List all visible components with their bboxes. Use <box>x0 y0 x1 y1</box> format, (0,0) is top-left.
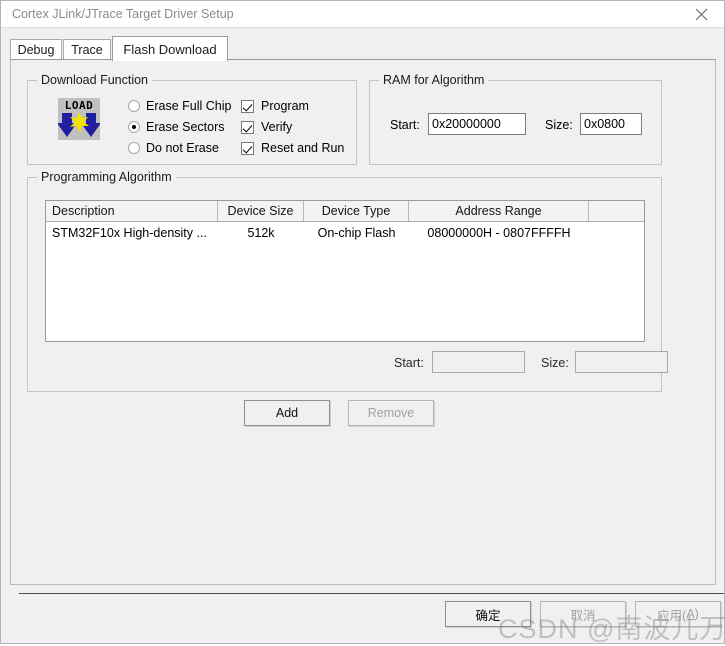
algorithm-size-label: Size: <box>541 356 569 370</box>
download-function-group: Download Function LOAD Erase Full Chip E… <box>27 73 357 165</box>
remove-button: Remove <box>348 400 434 426</box>
checkbox-program[interactable]: Program <box>241 99 309 113</box>
radio-erase-full-chip[interactable]: Erase Full Chip <box>128 99 231 113</box>
radio-erase-sectors-label: Erase Sectors <box>146 120 225 134</box>
algorithm-start-input[interactable] <box>432 351 525 373</box>
algorithm-size-input[interactable] <box>575 351 668 373</box>
column-header-extra[interactable] <box>589 201 644 221</box>
table-header-row: Description Device Size Device Type Addr… <box>46 201 644 222</box>
radio-do-not-erase-mark <box>128 142 140 154</box>
cell-description: STM32F10x High-density ... <box>52 225 207 240</box>
close-icon[interactable] <box>679 1 724 27</box>
checkbox-verify-mark <box>241 120 254 134</box>
bottom-separator <box>19 593 724 594</box>
title-bar: Cortex JLink/JTrace Target Driver Setup <box>1 1 724 28</box>
radio-erase-sectors[interactable]: Erase Sectors <box>128 120 225 134</box>
cancel-button[interactable]: 取消 <box>540 601 626 627</box>
column-header-description[interactable]: Description <box>46 201 218 221</box>
tab-debug-label: Debug <box>17 43 55 57</box>
ram-start-input[interactable]: 0x20000000 <box>428 113 526 135</box>
checkbox-program-label: Program <box>261 99 309 113</box>
column-header-device-type[interactable]: Device Type <box>304 201 409 221</box>
dialog-window: Cortex JLink/JTrace Target Driver Setup … <box>0 0 725 644</box>
checkbox-reset-and-run-mark <box>241 141 254 155</box>
algorithm-start-label: Start: <box>394 356 424 370</box>
add-button[interactable]: Add <box>244 400 330 426</box>
tab-strip: Debug Trace Flash Download <box>10 36 716 61</box>
checkbox-program-mark <box>241 99 254 113</box>
radio-do-not-erase-label: Do not Erase <box>146 141 219 155</box>
radio-do-not-erase[interactable]: Do not Erase <box>128 141 219 155</box>
apply-button: 应用(A) <box>635 601 721 627</box>
radio-erase-full-chip-label: Erase Full Chip <box>146 99 232 113</box>
remove-button-label: Remove <box>367 406 415 420</box>
flash-download-panel: Download Function LOAD Erase Full Chip E… <box>10 59 716 585</box>
checkbox-verify-label: Verify <box>261 120 293 134</box>
tab-flash-download-label: Flash Download <box>123 41 217 57</box>
ram-size-input[interactable]: 0x0800 <box>580 113 642 135</box>
ram-for-algorithm-title: RAM for Algorithm <box>379 73 489 87</box>
download-function-title: Download Function <box>37 73 153 87</box>
tab-trace[interactable]: Trace <box>63 39 111 60</box>
ok-button-label: 确定 <box>475 608 501 623</box>
radio-erase-full-chip-mark <box>128 100 140 112</box>
window-title: Cortex JLink/JTrace Target Driver Setup <box>12 7 234 21</box>
programming-algorithm-title: Programming Algorithm <box>37 170 176 184</box>
ram-for-algorithm-group: RAM for Algorithm Start: 0x20000000 Size… <box>369 73 662 165</box>
cell-address-range: 08000000H - 0807FFFFH <box>427 225 571 240</box>
programming-algorithm-table[interactable]: Description Device Size Device Type Addr… <box>45 200 645 342</box>
apply-button-accel: A <box>686 607 695 621</box>
ok-button[interactable]: 确定 <box>445 601 531 627</box>
cell-device-type: On-chip Flash <box>317 225 396 240</box>
column-header-address-range[interactable]: Address Range <box>409 201 589 221</box>
checkbox-reset-and-run[interactable]: Reset and Run <box>241 141 344 155</box>
ram-size-label: Size: <box>545 118 573 132</box>
programming-algorithm-group: Programming Algorithm Description Device… <box>27 170 668 392</box>
checkbox-reset-and-run-label: Reset and Run <box>261 141 345 155</box>
tab-flash-download[interactable]: Flash Download <box>112 36 228 61</box>
cell-extra <box>589 222 644 243</box>
checkbox-verify[interactable]: Verify <box>241 120 292 134</box>
radio-erase-sectors-mark <box>128 121 140 133</box>
cell-device-size: 512k <box>247 225 275 240</box>
apply-button-label-prefix: 应用( <box>657 608 687 623</box>
add-button-label: Add <box>275 406 299 420</box>
cancel-button-label: 取消 <box>570 608 596 623</box>
ram-start-label: Start: <box>390 118 420 132</box>
tab-debug[interactable]: Debug <box>10 39 62 60</box>
load-icon: LOAD <box>58 98 100 140</box>
table-row[interactable]: STM32F10x High-density ... 512k On-chip … <box>46 222 644 243</box>
column-header-device-size[interactable]: Device Size <box>218 201 304 221</box>
tab-trace-label: Trace <box>71 43 103 57</box>
apply-button-label-suffix: ) <box>694 607 699 621</box>
